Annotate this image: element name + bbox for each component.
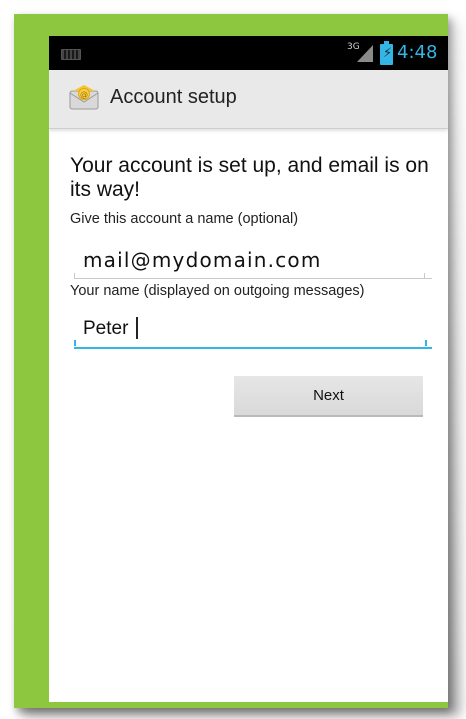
status-clock: 4:48 <box>397 42 438 63</box>
setup-complete-message: Your account is set up, and email is on … <box>70 154 429 201</box>
device-frame: 3G ⚡ 4:48 @ Account setup Your account i… <box>14 14 448 708</box>
phone-screen: 3G ⚡ 4:48 @ Account setup Your account i… <box>49 36 448 702</box>
battery-charging-icon: ⚡ <box>380 41 393 65</box>
text-cursor <box>136 317 138 339</box>
your-name-label: Your name (displayed on outgoing message… <box>70 283 365 299</box>
svg-text:@: @ <box>80 90 88 99</box>
page-title: Account setup <box>110 86 237 108</box>
next-button[interactable]: Next <box>234 376 423 417</box>
account-name-label: Give this account a name (optional) <box>70 211 299 227</box>
keyboard-icon <box>61 49 81 60</box>
action-bar: @ Account setup <box>49 70 448 129</box>
account-name-underline <box>74 273 425 279</box>
your-name-underline <box>74 340 427 346</box>
signal-icon <box>357 45 373 62</box>
status-bar: 3G ⚡ 4:48 <box>49 36 448 70</box>
email-envelope-icon: @ <box>69 85 99 110</box>
